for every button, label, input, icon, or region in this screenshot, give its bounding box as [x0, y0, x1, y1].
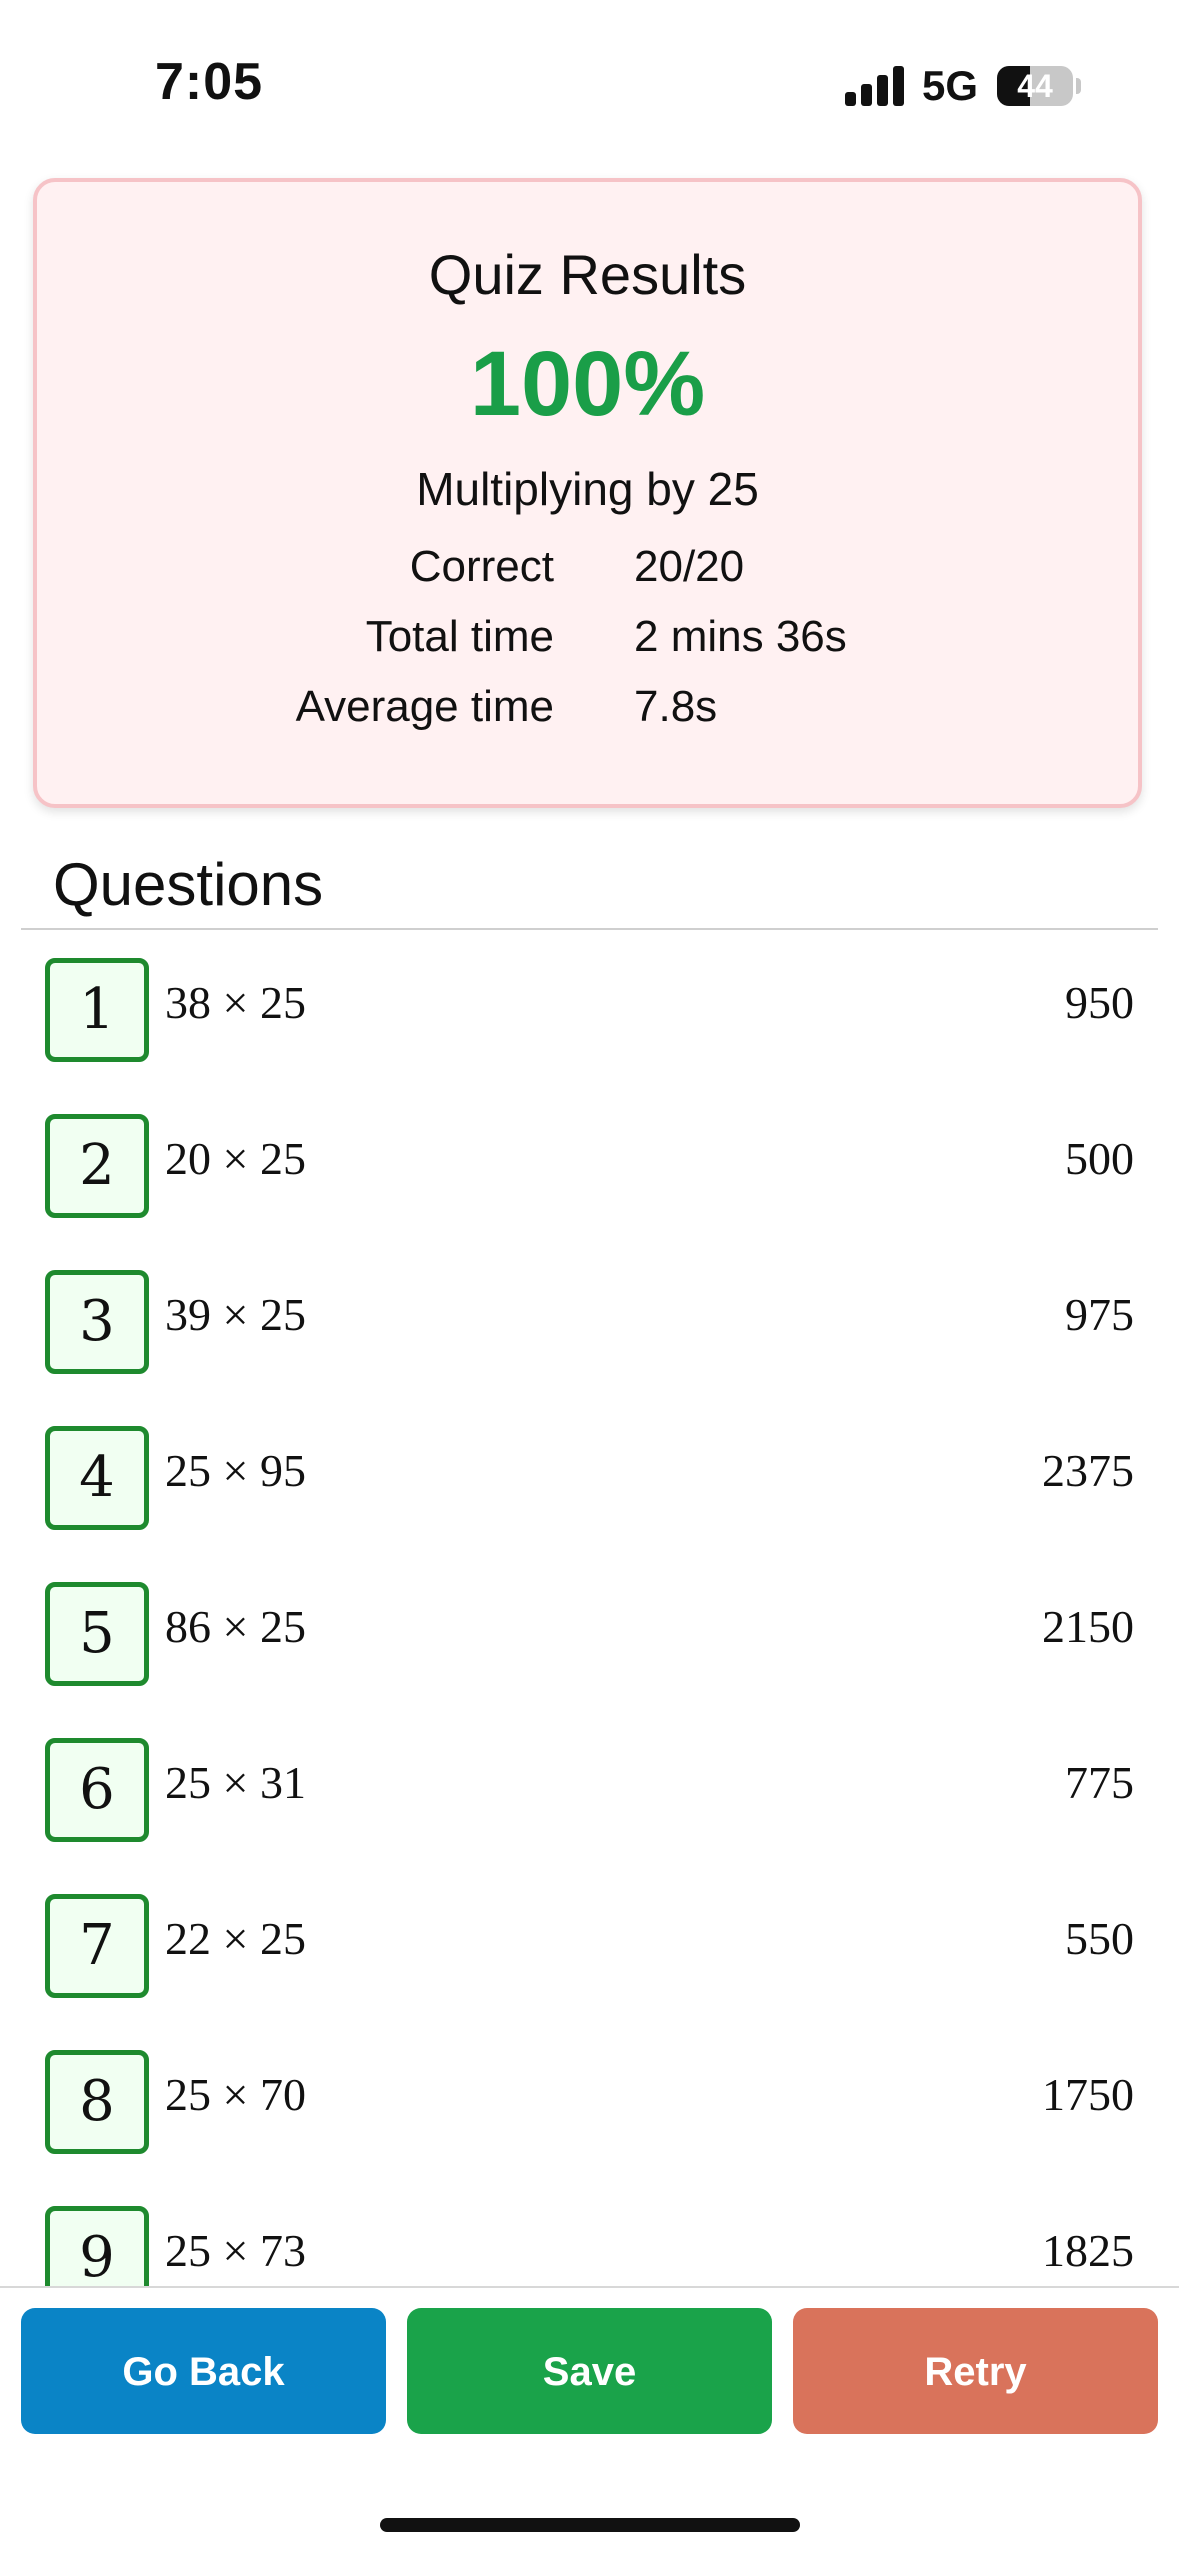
- question-answer: 550: [1065, 1913, 1134, 1964]
- question-answer: 1750: [1042, 2069, 1134, 2120]
- go-back-button[interactable]: Go Back: [21, 2308, 386, 2434]
- question-row: 4 25 × 95 2375: [0, 1398, 1179, 1554]
- stat-label: Total time: [365, 612, 554, 661]
- battery-percent: 44: [1017, 68, 1053, 104]
- question-list[interactable]: 1 38 × 25 950 2 20 × 25 500 3 39 × 25 97…: [0, 930, 1179, 2286]
- questions-heading: Questions: [53, 851, 324, 918]
- question-number-badge: 6: [45, 1738, 149, 1842]
- stat-label: Average time: [295, 682, 554, 731]
- question-answer: 950: [1065, 977, 1134, 1028]
- stats-table: Correct 20/20 Total time 2 mins 36s Aver…: [37, 542, 1138, 752]
- question-answer: 775: [1065, 1757, 1134, 1808]
- results-title: Quiz Results: [428, 243, 747, 306]
- score-percentage: 100%: [469, 333, 706, 435]
- home-indicator[interactable]: [380, 2518, 800, 2532]
- question-number-badge: 9: [45, 2206, 149, 2286]
- retry-button[interactable]: Retry: [793, 2308, 1158, 2434]
- stat-row-average-time: Average time 7.8s: [37, 682, 1138, 752]
- stat-value: 20/20: [634, 542, 745, 591]
- question-answer: 2375: [1042, 1445, 1134, 1496]
- question-answer: 975: [1065, 1289, 1134, 1340]
- question-expression: 38 × 25: [165, 977, 306, 1028]
- save-button[interactable]: Save: [407, 2308, 772, 2434]
- question-answer: 2150: [1042, 1601, 1134, 1652]
- question-expression: 86 × 25: [165, 1601, 306, 1652]
- question-expression: 22 × 25: [165, 1913, 306, 1964]
- question-number-badge: 4: [45, 1426, 149, 1530]
- status-time: 7:05: [155, 53, 264, 111]
- question-expression: 25 × 95: [165, 1445, 306, 1496]
- question-row: 5 86 × 25 2150: [0, 1554, 1179, 1710]
- question-row: 7 22 × 25 550: [0, 1866, 1179, 2022]
- question-number-badge: 3: [45, 1270, 149, 1374]
- question-expression: 25 × 70: [165, 2069, 306, 2120]
- question-row: 6 25 × 31 775: [0, 1710, 1179, 1866]
- question-number-badge: 7: [45, 1894, 149, 1998]
- question-row: 8 25 × 70 1750: [0, 2022, 1179, 2178]
- question-answer: 500: [1065, 1133, 1134, 1184]
- stat-value: 7.8s: [634, 682, 718, 731]
- cellular-signal-icon: [845, 64, 905, 106]
- quiz-topic: Multiplying by 25: [416, 463, 759, 515]
- question-number-badge: 1: [45, 958, 149, 1062]
- question-number-badge: 2: [45, 1114, 149, 1218]
- status-bar: 7:05 5G 44: [0, 0, 1179, 160]
- question-answer: 1825: [1042, 2225, 1134, 2276]
- question-row: 1 38 × 25 950: [0, 930, 1179, 1086]
- question-number-badge: 8: [45, 2050, 149, 2154]
- stat-row-correct: Correct 20/20: [37, 542, 1138, 612]
- battery-icon: 44: [997, 66, 1073, 106]
- stat-value: 2 mins 36s: [634, 612, 847, 661]
- stat-label: Correct: [409, 542, 554, 591]
- action-bar: Go Back Save Retry: [0, 2288, 1179, 2556]
- network-type: 5G: [922, 62, 979, 109]
- question-number-badge: 5: [45, 1582, 149, 1686]
- battery-tip: [1076, 78, 1081, 94]
- question-expression: 20 × 25: [165, 1133, 306, 1184]
- question-row: 9 25 × 73 1825: [0, 2178, 1179, 2286]
- question-expression: 25 × 31: [165, 1757, 306, 1808]
- stat-row-total-time: Total time 2 mins 36s: [37, 612, 1138, 682]
- question-row: 2 20 × 25 500: [0, 1086, 1179, 1242]
- question-expression: 25 × 73: [165, 2225, 306, 2276]
- question-expression: 39 × 25: [165, 1289, 306, 1340]
- question-row: 3 39 × 25 975: [0, 1242, 1179, 1398]
- quiz-results-card: Quiz Results 100% Multiplying by 25 Corr…: [33, 178, 1142, 808]
